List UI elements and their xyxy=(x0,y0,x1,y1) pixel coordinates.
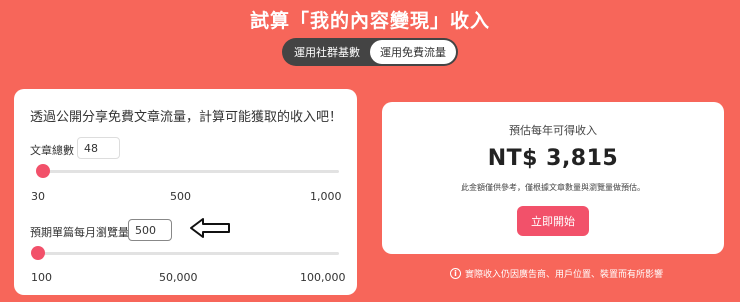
views-slider-thumb[interactable] xyxy=(31,246,46,260)
start-button[interactable]: 立即開始 xyxy=(517,206,589,236)
footnote-text: 實際收入仍因廣告商、用戶位置、裝置而有所影響 xyxy=(465,270,664,280)
calculator-intro: 透過公開分享免費文章流量，計算可能獲取的收入吧！ xyxy=(30,110,343,125)
articles-input[interactable] xyxy=(77,137,120,159)
calculator-card: 透過公開分享免費文章流量，計算可能獲取的收入吧！ 文章總數 30 500 1,0… xyxy=(14,89,357,295)
views-tick-max: 100,000 xyxy=(300,271,346,284)
estimate-value: NT$ 3,815 xyxy=(487,146,619,171)
mode-toggle: 運用社群基數 運用免費流量 xyxy=(282,38,458,66)
views-slider[interactable] xyxy=(31,246,339,260)
toggle-free-traffic[interactable]: 運用免費流量 xyxy=(370,40,456,64)
views-input[interactable] xyxy=(128,219,172,241)
toggle-community-base[interactable]: 運用社群基數 xyxy=(284,40,370,64)
arrow-left-icon xyxy=(190,218,230,238)
articles-slider-thumb[interactable] xyxy=(35,164,50,178)
views-tick-min: 100 xyxy=(31,271,52,284)
income-footnote: i 實際收入仍因廣告商、用戶位置、裝置而有所影響 xyxy=(450,267,663,280)
info-icon: i xyxy=(450,268,461,279)
articles-tick-max: 1,000 xyxy=(310,190,342,203)
articles-tick-mid: 500 xyxy=(170,190,191,203)
page-title: 試算「我的內容變現」收入 xyxy=(249,10,490,32)
views-tick-mid: 50,000 xyxy=(159,271,198,284)
estimate-label: 預估每年可得收入 xyxy=(509,124,597,137)
articles-label: 文章總數 xyxy=(30,144,74,157)
estimate-note: 此金額僅供參考，僅根據文章數量與瀏覽量做預估。 xyxy=(461,183,645,192)
articles-tick-min: 30 xyxy=(31,190,45,203)
views-label: 預期單篇每月瀏覽量 xyxy=(30,226,129,239)
articles-slider[interactable] xyxy=(35,164,339,178)
estimate-card: 預估每年可得收入 NT$ 3,815 此金額僅供參考，僅根據文章數量與瀏覽量做預… xyxy=(382,102,724,254)
